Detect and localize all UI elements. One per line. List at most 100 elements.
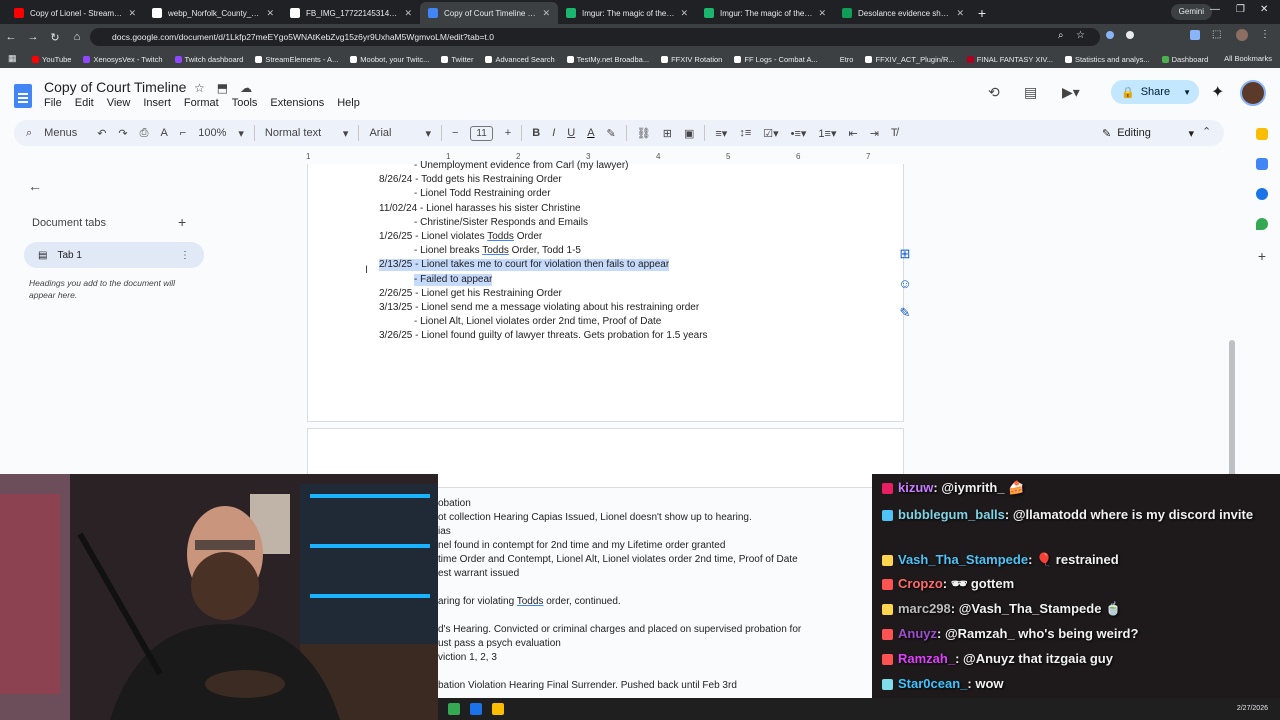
menu-item[interactable]: Help <box>337 97 360 109</box>
spellcheck-icon[interactable]: A <box>154 127 173 139</box>
account-avatar[interactable] <box>1240 80 1266 106</box>
more-options-icon[interactable]: ⋮ <box>180 250 190 261</box>
style-select[interactable]: Normal text <box>259 127 337 139</box>
italic-icon[interactable]: I <box>546 127 561 139</box>
editing-mode-select[interactable]: ✎ Editing ▾ <box>1092 124 1202 142</box>
document-line[interactable]: - Failed to appear <box>414 273 493 286</box>
taskbar-app-icon[interactable] <box>448 703 460 715</box>
decrease-indent-icon[interactable]: ⇤ <box>842 127 863 140</box>
star-icon[interactable]: ☆ <box>194 81 205 95</box>
extension-icon[interactable] <box>1126 31 1134 39</box>
bookmark-item[interactable]: Dashboard <box>1161 55 1208 64</box>
document-line[interactable]: - Unemployment evidence from Carl (my la… <box>414 160 629 172</box>
document-line[interactable]: - Lionel Alt, Lionel violates order 2nd … <box>414 316 661 328</box>
decrease-font-icon[interactable]: − <box>446 127 464 139</box>
extensions-puzzle-icon[interactable]: ⬚ <box>1212 29 1221 40</box>
tab-1[interactable]: ▤ Tab 1 ⋮ <box>24 242 204 268</box>
bookmark-item[interactable]: TestMy.net Broadba... <box>566 55 649 64</box>
maps-icon[interactable] <box>1256 218 1268 230</box>
forward-icon[interactable]: → <box>22 31 44 43</box>
document-line[interactable]: aring for violating Todds order, continu… <box>438 596 621 608</box>
document-line[interactable]: ias <box>438 526 451 538</box>
menu-item[interactable]: Extensions <box>270 97 324 109</box>
close-tab-icon[interactable]: ✕ <box>404 8 412 19</box>
document-line[interactable]: - Lionel breaks Todds Order, Todd 1-5 <box>414 245 581 257</box>
align-icon[interactable]: ≡▾ <box>709 127 733 140</box>
document-line[interactable]: 2/26/25 - Lionel get his Restraining Ord… <box>379 288 562 300</box>
document-line[interactable]: 11/02/24 - Lionel harasses his sister Ch… <box>379 203 581 215</box>
apps-grid-icon[interactable]: ▦ <box>8 53 17 64</box>
browser-tab[interactable]: webp_Norfolk_County_Correcti ✕ <box>144 2 282 24</box>
add-tab-icon[interactable]: + <box>178 214 186 230</box>
maximize-icon[interactable]: ❐ <box>1236 4 1245 15</box>
search-menus-icon[interactable]: ⌕ <box>14 127 38 140</box>
share-button[interactable]: 🔒 Share ▼ <box>1111 80 1199 104</box>
document-line[interactable]: 2/13/25 - Lionel takes me to court for v… <box>379 259 670 272</box>
menu-item[interactable]: Edit <box>75 97 94 109</box>
scrollbar[interactable] <box>1229 340 1235 480</box>
browser-tab[interactable]: Copy of Court Timeline - Goog ✕ <box>420 2 558 24</box>
document-line[interactable]: ot collection Hearing Capias Issued, Lio… <box>438 512 752 524</box>
contacts-icon[interactable] <box>1256 188 1268 200</box>
bookmark-item[interactable]: Twitter <box>441 55 473 64</box>
chevron-down-icon[interactable]: ▼ <box>1183 88 1191 97</box>
chevron-down-icon[interactable]: ▾ <box>337 127 355 140</box>
document-line[interactable]: obation <box>438 498 471 510</box>
tasks-icon[interactable] <box>1256 158 1268 170</box>
document-line[interactable]: bation Violation Hearing Final Surrender… <box>438 680 737 692</box>
underline-icon[interactable]: U <box>561 127 581 139</box>
browser-tab[interactable]: Copy of Lionel - Stream/Youtub ✕ <box>6 2 144 24</box>
suggest-edit-icon[interactable]: ✎ <box>900 305 911 321</box>
comments-icon[interactable]: ▤ <box>1024 84 1037 101</box>
close-tab-icon[interactable]: ✕ <box>956 8 964 19</box>
gemini-spark-icon[interactable]: ✦ <box>1211 82 1224 102</box>
add-comment-icon[interactable]: ⊞ <box>900 246 911 262</box>
bookmark-item[interactable]: FINAL FANTASY XIV... <box>966 55 1053 64</box>
browser-tab[interactable]: Imgur: The magic of the Intern ✕ <box>558 2 696 24</box>
extension-icon[interactable] <box>1106 31 1114 39</box>
menus-search[interactable]: Menus <box>38 127 83 139</box>
bookmark-item[interactable]: Moobot, your Twitc... <box>350 55 429 64</box>
minimize-icon[interactable]: — <box>1210 4 1220 15</box>
bookmark-item[interactable]: XenosysVex - Twitch <box>83 55 163 64</box>
add-addon-icon[interactable]: + <box>1258 248 1266 264</box>
star-icon[interactable]: ☆ <box>1076 30 1085 41</box>
document-title[interactable]: Copy of Court Timeline <box>44 79 186 95</box>
paint-format-icon[interactable]: ⌐ <box>174 127 192 139</box>
close-tab-icon[interactable]: ✕ <box>542 8 550 19</box>
bookmark-item[interactable]: Advanced Search <box>485 55 555 64</box>
numbered-list-icon[interactable]: 1≡▾ <box>812 127 842 140</box>
menu-item[interactable]: Format <box>184 97 219 109</box>
document-page[interactable]: - Unemployment evidence from Carl (my la… <box>307 160 904 422</box>
menu-item[interactable]: Insert <box>143 97 171 109</box>
profile-avatar[interactable] <box>1236 29 1248 41</box>
bookmark-item[interactable]: FFXIV Rotation <box>661 55 722 64</box>
document-line[interactable]: viction 1, 2, 3 <box>438 652 497 664</box>
bulleted-list-icon[interactable]: •≡▾ <box>785 127 813 140</box>
meet-icon[interactable]: ▶▾ <box>1062 84 1080 101</box>
cloud-status-icon[interactable]: ☁ <box>240 81 252 95</box>
clear-format-icon[interactable]: T̸ <box>885 127 904 139</box>
back-arrow-icon[interactable]: ← <box>28 178 42 194</box>
menu-item[interactable]: File <box>44 97 62 109</box>
zoom-select[interactable]: 100% <box>192 127 232 139</box>
url-field[interactable]: docs.google.com/document/d/1Lkfp27meEYgo… <box>90 28 1100 46</box>
home-icon[interactable]: ⌂ <box>66 31 88 43</box>
collapse-toolbar-icon[interactable]: ⌃ <box>1202 125 1211 138</box>
browser-tab[interactable]: Imgur: The magic of the Intern ✕ <box>696 2 834 24</box>
close-tab-icon[interactable]: ✕ <box>818 8 826 19</box>
bookmark-item[interactable]: FF Logs - Combat A... <box>734 55 818 64</box>
browser-tab[interactable]: FB_IMG_1772214531415.jpg (5 ✕ <box>282 2 420 24</box>
back-icon[interactable]: ← <box>0 31 22 43</box>
document-line[interactable]: d's Hearing. Convicted or criminal charg… <box>438 624 801 636</box>
reload-icon[interactable]: ↻ <box>44 31 66 44</box>
gemini-button[interactable]: Gemini <box>1170 4 1212 20</box>
bookmark-item[interactable]: FFXIV_ACT_Plugin/R... <box>865 55 955 64</box>
comment-icon[interactable]: ⊞ <box>657 127 678 140</box>
taskbar-folder-icon[interactable] <box>492 703 504 715</box>
print-icon[interactable]: ⎙ <box>134 127 155 140</box>
bookmark-item[interactable]: YouTube <box>32 55 71 64</box>
highlight-icon[interactable]: ✎ <box>601 127 622 140</box>
move-folder-icon[interactable]: ⬒ <box>217 81 228 95</box>
checklist-icon[interactable]: ☑▾ <box>757 127 784 140</box>
